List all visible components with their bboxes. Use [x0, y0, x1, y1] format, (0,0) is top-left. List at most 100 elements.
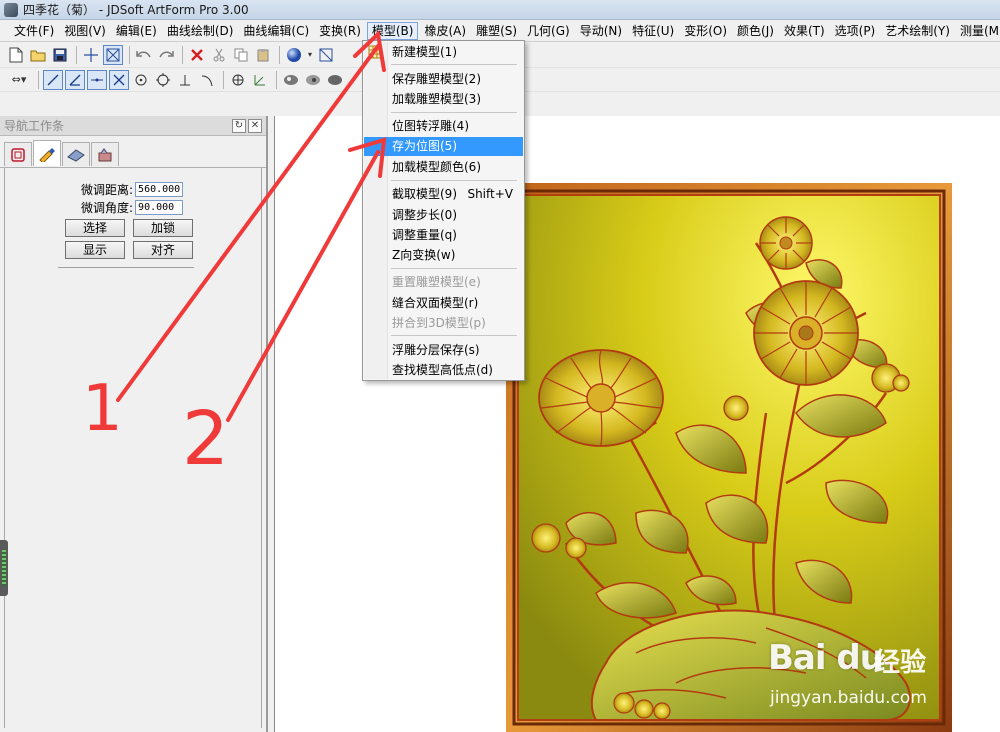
close-icon[interactable]: ✕: [248, 118, 262, 133]
distance-label: 微调距离:: [81, 182, 134, 197]
jingyan-label: 经验: [874, 648, 927, 678]
menu-feature[interactable]: 特征(U): [628, 22, 678, 40]
menu-item-load-sculpt[interactable]: 加载雕塑模型(3): [364, 90, 523, 109]
quadrant-icon[interactable]: [153, 70, 173, 90]
menu-measure[interactable]: 测量(M): [956, 22, 1000, 40]
undo-icon[interactable]: [134, 45, 154, 65]
menu-separator: [391, 335, 517, 336]
paste-icon[interactable]: [253, 45, 273, 65]
line-tool-icon[interactable]: [43, 69, 63, 90]
menu-transform[interactable]: 变换(R): [315, 22, 365, 40]
menu-bar: 文件(F) 视图(V) 编辑(E) 曲线绘制(D) 曲线编辑(C) 变换(R) …: [0, 20, 1000, 42]
menu-item-clip-model[interactable]: 截取模型(9) Shift+V: [364, 185, 523, 204]
grid-snap-icon[interactable]: [228, 70, 248, 90]
wire-mode-icon[interactable]: [303, 70, 323, 90]
navigation-panel: 导航工作条 ↻ ✕ 微调距离: 560.000 微调角度: 90.000 选择 …: [0, 116, 268, 732]
dropdown-arrow-icon[interactable]: ▾: [306, 45, 314, 65]
perpendicular-icon[interactable]: [175, 70, 195, 90]
menu-item-label: 新建模型(1): [392, 45, 457, 59]
menu-item-reset-sculpt[interactable]: 重置雕塑模型(e): [364, 273, 523, 292]
window-title: 四季花（菊） - JDSoft ArtForm Pro 3.00: [23, 3, 249, 17]
angle-row: 微调角度: 90.000: [81, 199, 184, 215]
tab-sculpt-tool-icon[interactable]: [33, 140, 61, 166]
menu-deform[interactable]: 变形(O): [680, 22, 731, 40]
toolbar-separator: [38, 70, 39, 89]
menu-edit[interactable]: 编辑(E): [112, 22, 161, 40]
menu-item-stitch-double[interactable]: 缝合双面模型(r): [364, 294, 523, 313]
menu-item-adjust-weight[interactable]: 调整重量(q): [364, 226, 523, 245]
tab-frame-icon[interactable]: [4, 142, 32, 166]
menu-model[interactable]: 模型(B): [366, 21, 419, 40]
menu-item-find-high-low[interactable]: 查找模型高低点(d): [364, 361, 523, 380]
title-bar: 四季花（菊） - JDSoft ArtForm Pro 3.00: [0, 0, 1000, 20]
view-box-icon[interactable]: [316, 45, 336, 65]
nav-panel-body: 微调距离: 560.000 微调角度: 90.000 选择 加锁 显示 对齐: [4, 168, 262, 728]
menu-eraser[interactable]: 橡皮(A): [420, 22, 470, 40]
move-arrows-icon[interactable]: ⇔▾: [6, 70, 32, 90]
toolbar-separator: [279, 45, 280, 64]
nav-panel-header: 导航工作条 ↻ ✕: [0, 116, 266, 136]
menu-item-save-as-bitmap[interactable]: 存为位图(5): [364, 137, 523, 156]
menu-separator: [391, 112, 517, 113]
angle-label: 微调角度:: [81, 200, 134, 215]
toolbar-separator: [129, 45, 130, 64]
toolbar-separator: [182, 45, 183, 64]
menu-options[interactable]: 选项(P): [831, 22, 880, 40]
redo-icon[interactable]: [156, 45, 176, 65]
menu-sweep[interactable]: 导动(N): [576, 22, 626, 40]
copy-icon[interactable]: [231, 45, 251, 65]
baidu-logo: Bai du: [768, 638, 884, 678]
menu-file[interactable]: 文件(F): [10, 22, 58, 40]
menu-item-label: 截取模型(9): [392, 187, 457, 201]
axis-icon[interactable]: [250, 70, 270, 90]
cut-icon[interactable]: [209, 45, 229, 65]
model-menu-dropdown: 新建模型(1) 保存雕塑模型(2) 加载雕塑模型(3) 位图转浮雕(4) 存为位…: [362, 40, 525, 381]
menu-art-draw[interactable]: 艺术绘制(Y): [881, 22, 954, 40]
crosshair-icon[interactable]: [81, 45, 101, 65]
circle-center-icon[interactable]: [131, 70, 151, 90]
menu-separator: [391, 268, 517, 269]
menu-color[interactable]: 颜色(J): [733, 22, 778, 40]
new-file-icon[interactable]: [6, 45, 26, 65]
menu-separator: [391, 64, 517, 65]
align-button[interactable]: 对齐: [133, 241, 193, 259]
angle-field[interactable]: 90.000: [135, 199, 184, 215]
menu-item-bitmap-to-relief[interactable]: 位图转浮雕(4): [364, 117, 523, 136]
side-dock-handle[interactable]: [0, 540, 8, 596]
tangent-icon[interactable]: [197, 70, 217, 90]
menu-item-shortcut: Shift+V: [467, 187, 513, 201]
menu-item-merge-3d[interactable]: 拼合到3D模型(p): [364, 314, 523, 333]
menu-curve-draw[interactable]: 曲线绘制(D): [163, 22, 238, 40]
menu-item-new-model[interactable]: 新建模型(1): [364, 43, 523, 62]
shade-mode-icon[interactable]: [281, 70, 301, 90]
open-folder-icon[interactable]: [28, 45, 48, 65]
cross-tool-icon[interactable]: [109, 69, 129, 90]
menu-item-z-transform[interactable]: Z向变换(w): [364, 246, 523, 265]
render-mode-icon[interactable]: [325, 70, 345, 90]
select-button[interactable]: 选择: [65, 219, 125, 237]
nav-tabs: [0, 136, 266, 168]
angle-tool-icon[interactable]: [65, 69, 85, 90]
menu-curve-edit[interactable]: 曲线编辑(C): [239, 22, 313, 40]
delete-icon[interactable]: [187, 45, 207, 65]
sphere-icon[interactable]: [284, 45, 304, 65]
menu-effect[interactable]: 效果(T): [780, 22, 829, 40]
divider: [58, 267, 194, 268]
tab-model-icon[interactable]: [91, 142, 119, 166]
save-icon[interactable]: [50, 45, 70, 65]
select-box-icon[interactable]: [103, 44, 123, 65]
menu-item-save-sculpt[interactable]: 保存雕塑模型(2): [364, 70, 523, 89]
toolbar-separator: [276, 70, 277, 89]
point-tool-icon[interactable]: [87, 69, 107, 90]
menu-item-adjust-step[interactable]: 调整步长(0): [364, 206, 523, 225]
menu-view[interactable]: 视图(V): [60, 22, 110, 40]
lock-button[interactable]: 加锁: [133, 219, 193, 237]
show-button[interactable]: 显示: [65, 241, 125, 259]
pin-icon[interactable]: ↻: [232, 118, 246, 133]
menu-item-load-model-color[interactable]: 加载模型颜色(6): [364, 158, 523, 177]
distance-field[interactable]: 560.000: [135, 181, 184, 197]
menu-item-layered-save[interactable]: 浮雕分层保存(s): [364, 341, 523, 360]
menu-sculpt[interactable]: 雕塑(S): [472, 22, 521, 40]
tab-surface-icon[interactable]: [62, 142, 90, 166]
menu-geometry[interactable]: 几何(G): [523, 22, 574, 40]
